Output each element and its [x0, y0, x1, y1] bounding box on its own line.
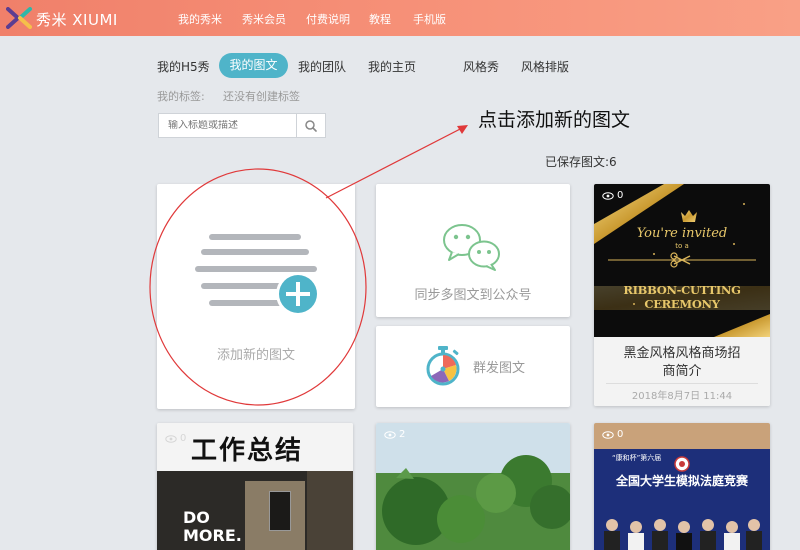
eye-icon: [602, 430, 614, 439]
view-count-value: 0: [617, 429, 624, 440]
article-caption: 黑金风格风格商场招 商简介 2018年8月7日 11:44: [594, 337, 770, 406]
search-icon: [305, 120, 317, 132]
search-field: [158, 113, 297, 138]
cover-people: [604, 519, 762, 550]
tab-my-team[interactable]: 我的团队: [298, 58, 346, 75]
brand-name[interactable]: 秀米 XIUMI: [36, 9, 118, 30]
article-cover-image: You're invited to a RIBBON-CUTTING CEREM…: [594, 184, 770, 337]
nav-membership[interactable]: 秀米会员: [242, 11, 286, 27]
add-document-icon: [195, 234, 320, 316]
sync-to-wechat-label: 同步多图文到公众号: [414, 288, 532, 303]
cover-headline: 工作总结: [191, 436, 304, 466]
nav-my-xiumi[interactable]: 我的秀米: [178, 11, 222, 27]
view-count: 0: [602, 190, 623, 201]
cover-to-text: to a: [675, 242, 689, 250]
add-article-label: 添加新的图文: [216, 348, 295, 363]
view-count: 2: [384, 429, 405, 440]
tags-empty-text: 还没有创建标签: [223, 90, 300, 103]
view-count: 0: [165, 433, 186, 444]
nav-pricing[interactable]: 付费说明: [306, 11, 350, 27]
tab-my-h5[interactable]: 我的H5秀: [157, 58, 210, 75]
cover-headline: 全国大学生模拟法庭竞赛: [615, 474, 748, 488]
article-card-landscape[interactable]: 2: [376, 423, 570, 550]
tags-label: 我的标签:: [157, 90, 205, 103]
search-button[interactable]: [296, 113, 326, 138]
nav-mobile[interactable]: 手机版: [413, 11, 446, 27]
view-count-value: 2: [399, 429, 406, 440]
article-title: 黑金风格风格商场招 商简介: [602, 345, 762, 381]
mass-send-label: 群发图文: [473, 361, 526, 376]
wechat-icon: [443, 224, 500, 271]
mass-send-card[interactable]: 群发图文: [376, 326, 570, 407]
add-article-card[interactable]: 添加新的图文: [157, 184, 355, 409]
annotation-callout: 点击添加新的图文: [478, 109, 631, 131]
tab-my-homepage[interactable]: 我的主页: [368, 58, 416, 75]
article-card-work-summary[interactable]: 工作总结 DO MORE. 0: [157, 423, 353, 550]
article-card-ribbon[interactable]: You're invited to a RIBBON-CUTTING CEREM…: [594, 184, 770, 406]
cover-sign-text: DO MORE.: [183, 508, 242, 545]
tab-style-show[interactable]: 风格秀: [463, 58, 499, 75]
annotation-arrowhead: [457, 125, 468, 134]
eye-icon: [165, 434, 177, 443]
cover-headline: RIBBON-CUTTING CEREMONY: [623, 283, 741, 311]
article-card-moot-court[interactable]: “康和杯”第六届 全国大学生模拟法庭竞赛 0: [594, 423, 770, 550]
xiumi-logo-icon[interactable]: [6, 7, 32, 29]
view-count-value: 0: [617, 190, 624, 201]
cover-script-text: You're invited: [636, 226, 728, 241]
stopwatch-icon: [426, 346, 460, 386]
cover-decoration: [594, 184, 770, 337]
caption-divider: [606, 383, 758, 384]
tab-style-layout[interactable]: 风格排版: [521, 58, 569, 75]
view-count-value: 0: [180, 433, 187, 444]
cover-top-text: “康和杯”第六届: [612, 454, 662, 462]
tab-my-articles[interactable]: 我的图文: [219, 53, 288, 78]
article-date: 2018年8月7日 11:44: [631, 391, 733, 402]
article-title-line1: 黑金风格风格商场招: [623, 346, 741, 361]
sync-to-wechat-card[interactable]: 同步多图文到公众号: [376, 184, 570, 317]
nav-tutorial[interactable]: 教程: [369, 11, 391, 27]
cover-photo: [376, 423, 570, 550]
article-title-line2: 商简介: [662, 364, 702, 379]
top-navbar: 秀米 XIUMI 我的秀米 秀米会员 付费说明 教程 手机版: [0, 0, 800, 36]
search-input[interactable]: [168, 120, 288, 131]
view-count: 0: [602, 429, 623, 440]
eye-icon: [602, 191, 614, 200]
saved-count: 已保存图文:6: [545, 155, 617, 169]
eye-icon: [384, 430, 396, 439]
